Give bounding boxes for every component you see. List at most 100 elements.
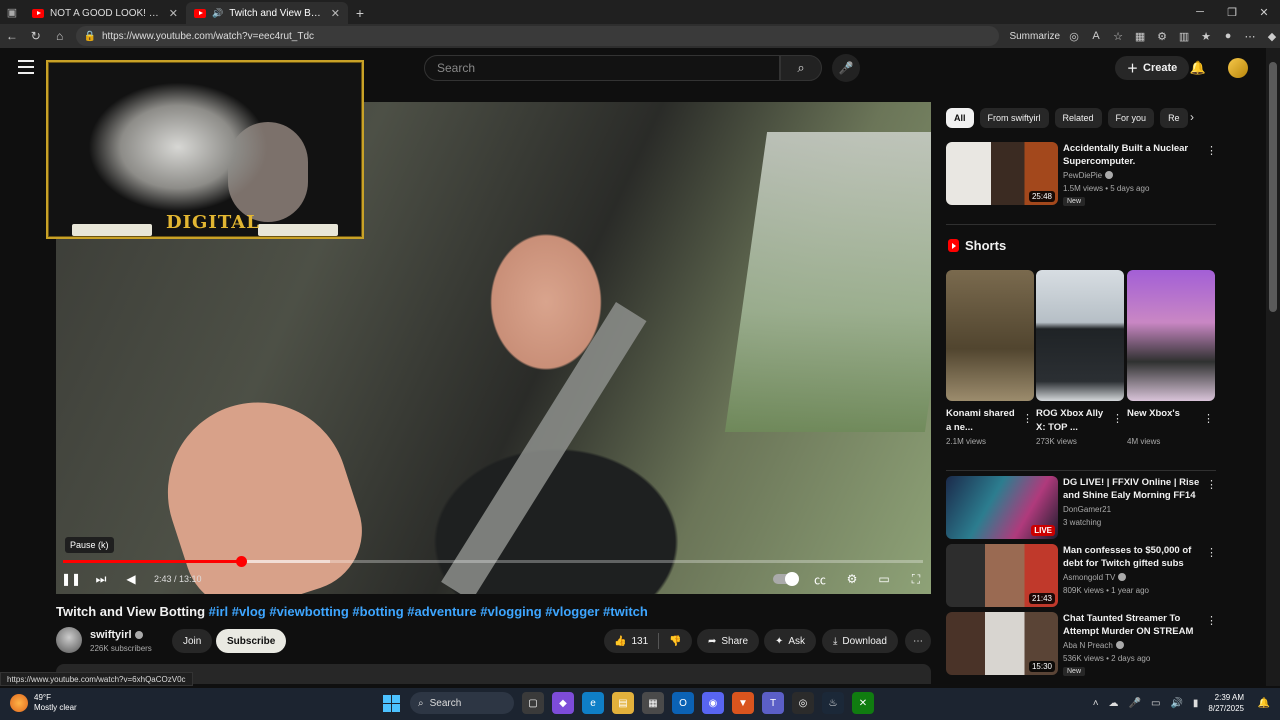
scrollbar-thumb[interactable] <box>1269 62 1277 312</box>
short-item[interactable]: ROG Xbox Ally X: TOP ... 273K views ⋮ <box>1036 270 1124 446</box>
subscribe-button[interactable]: Subscribe <box>216 629 287 653</box>
copilot-icon[interactable]: ◆ <box>1264 28 1280 44</box>
channel-avatar[interactable] <box>56 627 82 653</box>
list-item[interactable]: 21:43 Man confesses to $50,000 of debt f… <box>946 544 1217 610</box>
battery-icon[interactable]: ▮ <box>1193 698 1199 709</box>
favorites-icon[interactable]: ★ <box>1198 28 1214 44</box>
task-view-icon[interactable]: ▢ <box>522 692 544 714</box>
scrubber-handle[interactable] <box>236 556 248 567</box>
brave-icon[interactable]: ▼ <box>732 692 754 714</box>
short-title[interactable]: ROG Xbox Ally X: TOP ... <box>1036 407 1108 435</box>
video-hashtags[interactable]: #irl #vlog #viewbotting #botting #advent… <box>209 604 648 619</box>
clock[interactable]: 2:39 AM 8/27/2025 <box>1208 692 1244 714</box>
file-explorer-icon[interactable]: ▤ <box>612 692 634 714</box>
list-item[interactable]: 25:48 Accidentally Built a Nuclear Super… <box>946 142 1217 208</box>
dislike-button[interactable]: 👎 <box>659 629 691 653</box>
maximize-icon[interactable]: ❐ <box>1216 0 1248 24</box>
volume-icon[interactable]: ◀ <box>116 568 146 590</box>
channel-name[interactable]: Aba N Preach <box>1063 641 1124 650</box>
volume-icon[interactable]: 🔊 <box>1170 698 1182 709</box>
video-title[interactable]: Man confesses to $50,000 of debt for Twi… <box>1063 544 1203 570</box>
short-thumbnail[interactable] <box>1127 270 1215 401</box>
start-icon[interactable] <box>380 692 402 714</box>
join-button[interactable]: Join <box>172 629 213 653</box>
minimize-icon[interactable]: ─ <box>1184 0 1216 24</box>
short-thumbnail[interactable] <box>946 270 1034 401</box>
video-title[interactable]: Chat Taunted Streamer To Attempt Murder … <box>1063 612 1203 638</box>
more-vert-icon[interactable]: ⋮ <box>1206 144 1217 157</box>
chip-recent[interactable]: Re <box>1160 108 1188 128</box>
more-actions-button[interactable]: ⋯ <box>905 629 931 653</box>
teams-icon[interactable]: T <box>762 692 784 714</box>
fullscreen-icon[interactable]: ⛶ <box>901 568 931 590</box>
summarize-button[interactable]: Summarize <box>1009 31 1060 42</box>
video-thumbnail[interactable]: 15:30 <box>946 612 1058 675</box>
tab-2[interactable]: 🔊 Twitch and View Botting #irl ✕ <box>186 2 348 24</box>
refresh-icon[interactable]: ↻ <box>24 24 48 48</box>
short-item[interactable]: New Xbox's 4M views ⋮ <box>1127 270 1215 446</box>
more-icon[interactable]: ⋯ <box>1242 28 1258 44</box>
video-thumbnail[interactable]: 25:48 <box>946 142 1058 205</box>
outlook-icon[interactable]: O <box>672 692 694 714</box>
tab-actions-icon[interactable]: ▣ <box>0 0 24 24</box>
chip-from-channel[interactable]: From swiftyirl <box>979 108 1049 128</box>
video-title[interactable]: Accidentally Built a Nuclear Supercomput… <box>1063 142 1203 168</box>
split-screen-icon[interactable]: ▥ <box>1176 28 1192 44</box>
channel-name[interactable]: PewDiePie <box>1063 171 1114 180</box>
steam-icon[interactable]: ♨ <box>822 692 844 714</box>
more-vert-icon[interactable]: ⋮ <box>1206 614 1217 627</box>
list-item[interactable]: LIVE DG LIVE! | FFXIV Online | Rise and … <box>946 476 1217 542</box>
channel-name[interactable]: DonGamer21 <box>1063 505 1111 514</box>
more-vert-icon[interactable]: ⋮ <box>1022 412 1033 425</box>
edge-icon[interactable]: e <box>582 692 604 714</box>
obs-icon[interactable]: ◎ <box>792 692 814 714</box>
autoplay-toggle[interactable] <box>773 572 799 586</box>
chip-related[interactable]: Related <box>1054 108 1102 128</box>
chevron-up-icon[interactable]: ˄ <box>1093 698 1099 709</box>
account-avatar[interactable] <box>1228 58 1248 78</box>
list-item[interactable]: 15:30 Chat Taunted Streamer To Attempt M… <box>946 612 1217 678</box>
channel-name[interactable]: swiftyirl <box>90 629 143 641</box>
video-thumbnail[interactable]: LIVE <box>946 476 1058 539</box>
taskbar-search[interactable]: ⌕ Search <box>410 692 514 714</box>
favorite-icon[interactable]: ☆ <box>1110 28 1126 44</box>
more-vert-icon[interactable]: ⋮ <box>1206 546 1217 559</box>
close-window-icon[interactable]: ✕ <box>1248 0 1280 24</box>
speaker-icon[interactable]: 🔊 <box>212 8 223 19</box>
store-icon[interactable]: ▦ <box>642 692 664 714</box>
reading-icon[interactable]: ◎ <box>1066 28 1082 44</box>
copilot-icon[interactable]: ◆ <box>552 692 574 714</box>
read-aloud-icon[interactable]: A <box>1088 28 1104 44</box>
back-icon[interactable]: ← <box>0 24 24 48</box>
share-button[interactable]: ➦ Share <box>697 629 760 653</box>
settings-icon[interactable]: ⚙ <box>837 568 867 590</box>
discord-icon[interactable]: ◉ <box>702 692 724 714</box>
more-vert-icon[interactable]: ⋮ <box>1206 478 1217 491</box>
short-title[interactable]: New Xbox's <box>1127 407 1199 435</box>
page-scrollbar[interactable] <box>1266 48 1280 686</box>
video-title[interactable]: DG LIVE! | FFXIV Online | Rise and Shine… <box>1063 476 1203 503</box>
notifications-icon[interactable]: 🔔 <box>1188 58 1208 78</box>
home-icon[interactable]: ⌂ <box>48 24 72 48</box>
microphone-icon[interactable]: 🎤 <box>832 54 860 82</box>
tab-1[interactable]: NOT A GOOD LOOK! Dan Amrich ✕ <box>24 2 186 24</box>
like-button[interactable]: 👍 131 <box>604 629 658 653</box>
extension-icon[interactable]: ⚙ <box>1154 28 1170 44</box>
create-button[interactable]: ＋ Create <box>1115 56 1190 80</box>
next-icon[interactable]: ⏭ <box>86 568 116 590</box>
theater-mode-icon[interactable]: ▭ <box>869 568 899 590</box>
onedrive-icon[interactable]: ☁ <box>1109 698 1119 709</box>
xbox-icon[interactable]: ✕ <box>852 692 874 714</box>
short-thumbnail[interactable] <box>1036 270 1124 401</box>
more-vert-icon[interactable]: ⋮ <box>1203 412 1214 425</box>
pause-icon[interactable]: ❚❚ <box>56 568 86 590</box>
notification-bell-icon[interactable]: 🔔 <box>1258 698 1270 709</box>
download-button[interactable]: ⤓ Download <box>822 629 898 653</box>
captions-icon[interactable]: ㏄ <box>805 568 835 590</box>
channel-name[interactable]: Asmongold TV <box>1063 573 1127 582</box>
menu-icon[interactable] <box>18 60 34 74</box>
search-icon[interactable]: ⌕ <box>780 55 822 81</box>
weather-widget[interactable]: 49°F Mostly clear <box>10 693 77 713</box>
progress-bar[interactable] <box>63 556 923 567</box>
short-item[interactable]: Konami shared a ne... 2.1M views ⋮ <box>946 270 1034 446</box>
